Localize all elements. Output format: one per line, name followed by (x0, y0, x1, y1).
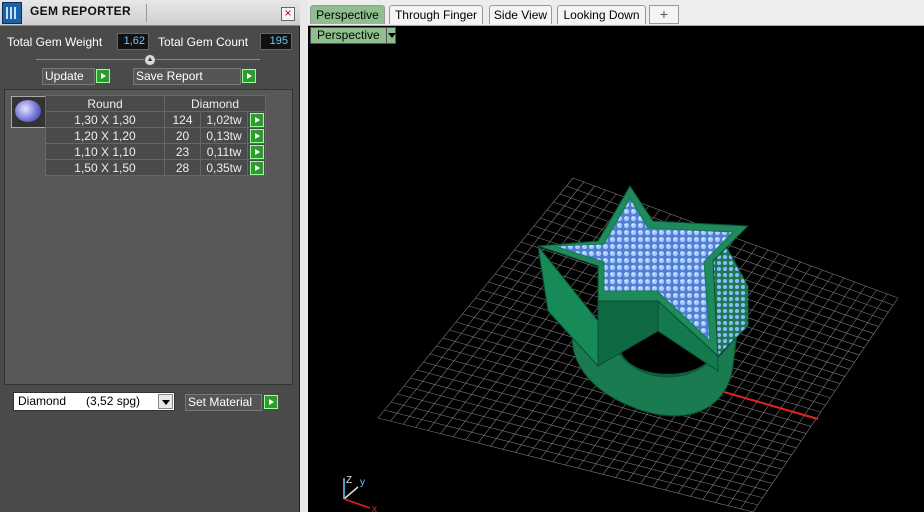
select-row-icon[interactable] (249, 112, 264, 127)
total-gem-weight-value: 1,62 (117, 33, 149, 50)
view-tabs: Perspective Through Finger Side View Loo… (308, 0, 924, 26)
header-shape: Round (45, 95, 165, 112)
gem-weight: 0,35tw (200, 159, 248, 176)
gem-list-area: Round Diamond 1,30 X 1,30 124 1,02tw 1,2… (4, 89, 293, 385)
gem-weight: 0,13tw (200, 127, 248, 144)
gem-size: 1,10 X 1,10 (45, 143, 165, 160)
app-window: GEM REPORTER × Total Gem Weight 1,62 Tot… (0, 0, 924, 512)
gem-count: 20 (164, 127, 201, 144)
update-button[interactable]: Update (42, 68, 95, 85)
axis-x-label: x (372, 504, 377, 512)
gem-count: 23 (164, 143, 201, 160)
title-separator (146, 4, 147, 22)
splitter-handle[interactable] (144, 54, 156, 66)
total-gem-weight-label: Total Gem Weight (7, 35, 103, 49)
tab-side-view[interactable]: Side View (489, 5, 552, 24)
material-value: Diamond (3,52 spg) (18, 394, 141, 408)
gem-count: 28 (164, 159, 201, 176)
table-header-row: Round Diamond (45, 95, 266, 112)
gem-table: Round Diamond 1,30 X 1,30 124 1,02tw 1,2… (45, 95, 266, 176)
grid-line (397, 393, 768, 491)
update-go-icon[interactable] (96, 69, 110, 83)
3d-viewport[interactable]: Z y x Perspective (308, 26, 924, 512)
gem-reporter-panel: GEM REPORTER × Total Gem Weight 1,62 Tot… (0, 0, 300, 512)
close-icon[interactable]: × (281, 7, 295, 21)
panel-title: GEM REPORTER (30, 4, 131, 18)
save-report-button[interactable]: Save Report (133, 68, 241, 85)
round-diamond-icon[interactable] (11, 96, 46, 128)
app-icon (2, 2, 22, 24)
material-dropdown[interactable]: Diamond (3,52 spg) (13, 392, 175, 411)
axis-indicator: Z y x (343, 475, 377, 512)
grid-line (727, 289, 877, 506)
table-row[interactable]: 1,10 X 1,10 23 0,11tw (45, 143, 266, 160)
chevron-down-icon[interactable] (158, 394, 173, 409)
tab-perspective[interactable]: Perspective (310, 5, 385, 24)
set-material-go-icon[interactable] (264, 395, 278, 409)
select-row-icon[interactable] (249, 128, 264, 143)
tab-through-finger[interactable]: Through Finger (389, 5, 483, 24)
table-row[interactable]: 1,30 X 1,30 124 1,02tw (45, 111, 266, 128)
panel-title-bar: GEM REPORTER × (0, 0, 300, 26)
axis-y-label: y (360, 477, 365, 488)
row-go-cell (247, 159, 266, 176)
grid-line (740, 293, 888, 510)
gem-size: 1,20 X 1,20 (45, 127, 165, 144)
table-row[interactable]: 1,20 X 1,20 20 0,13tw (45, 127, 266, 144)
grid-line (377, 417, 754, 512)
select-row-icon[interactable] (249, 144, 264, 159)
gem-size: 1,50 X 1,50 (45, 159, 165, 176)
view-mode-dropdown[interactable]: Perspective (310, 27, 396, 44)
panel-divider[interactable] (300, 0, 308, 512)
grid-line (384, 409, 758, 506)
select-row-icon[interactable] (249, 160, 264, 175)
view-mode-label: Perspective (317, 28, 380, 42)
grid-line (752, 297, 899, 512)
header-material: Diamond (164, 95, 266, 112)
ring-model (537, 185, 750, 417)
grid-line (390, 401, 763, 499)
gem-weight: 0,11tw (200, 143, 248, 160)
ring-scene: Z y x (343, 177, 899, 512)
total-gem-count-label: Total Gem Count (158, 35, 249, 49)
row-go-cell (247, 143, 266, 160)
total-gem-count-value: 195 (260, 33, 292, 50)
gem-size: 1,30 X 1,30 (45, 111, 165, 128)
table-row[interactable]: 1,50 X 1,50 28 0,35tw (45, 159, 266, 176)
tab-looking-down[interactable]: Looking Down (557, 5, 646, 24)
gem-count: 124 (164, 111, 201, 128)
axis-z-label: Z (346, 475, 352, 486)
gem-weight: 1,02tw (200, 111, 248, 128)
set-material-button[interactable]: Set Material (185, 394, 262, 411)
chevron-down-icon[interactable] (386, 28, 396, 43)
save-report-go-icon[interactable] (242, 69, 256, 83)
row-go-cell (247, 127, 266, 144)
row-go-cell (247, 111, 266, 128)
add-tab-icon[interactable]: + (649, 5, 679, 24)
